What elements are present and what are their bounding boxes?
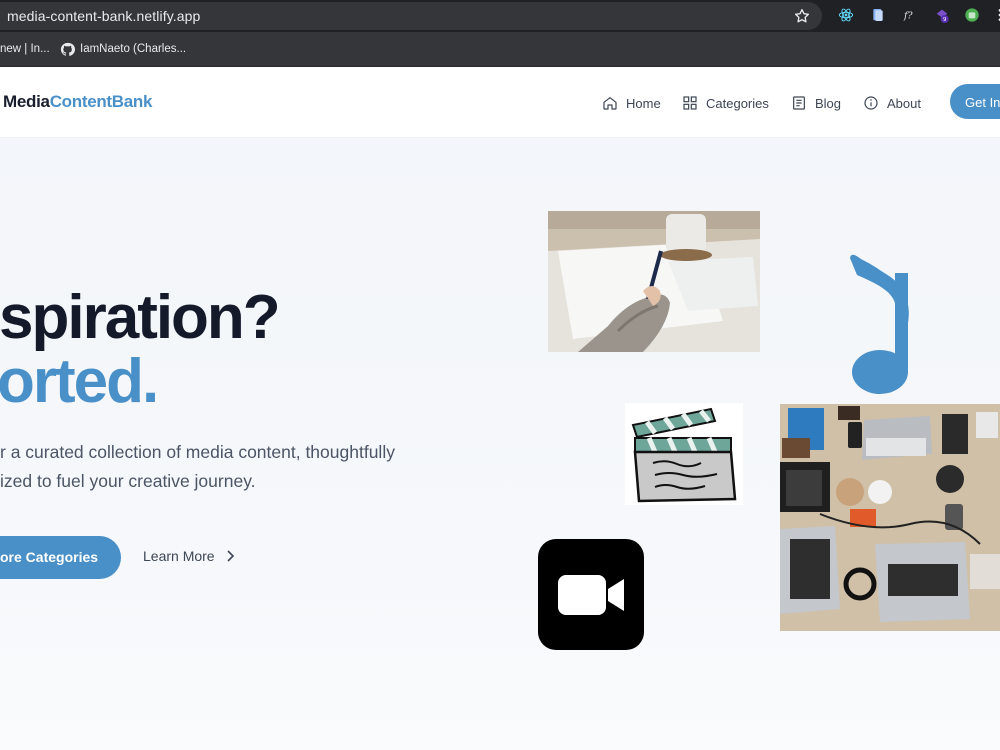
font-extension-icon[interactable]: f? (902, 7, 918, 23)
android-extension-icon[interactable] (964, 7, 980, 23)
hero-section: spiration? orted. r a curated collection… (0, 138, 1000, 750)
hero-subtitle-line1: r a curated collection of media content,… (0, 442, 395, 462)
nav-about[interactable]: About (863, 93, 921, 113)
purple-extension-icon[interactable]: 9 (934, 7, 950, 23)
get-in-touch-button[interactable]: Get In (950, 84, 1000, 119)
grid-icon (683, 96, 697, 110)
bookmark-item[interactable]: new | In... (0, 43, 50, 55)
github-icon (60, 42, 75, 56)
nav-blog[interactable]: Blog (791, 93, 841, 113)
hero-heading-line1: spiration? (0, 283, 281, 352)
address-bar[interactable]: media-content-bank.netlify.app (0, 2, 822, 30)
learn-more-button[interactable]: Learn More (143, 548, 235, 564)
nav-home[interactable]: Home (602, 93, 661, 113)
writing-photo (548, 211, 760, 352)
document-icon (793, 96, 805, 110)
nav-home-label: Home (626, 95, 661, 111)
react-devtools-icon[interactable] (838, 7, 854, 23)
workspace-desk-photo (780, 404, 1000, 631)
svg-text:f?: f? (903, 10, 913, 21)
site-header: MediaContentBank Home Categories Blog Ab… (0, 67, 1000, 138)
info-icon (864, 96, 878, 110)
bookmarks-bar: new | In... IamNaeto (Charles... (0, 32, 1000, 67)
clapperboard-icon (625, 403, 743, 505)
nav-categories[interactable]: Categories (682, 93, 769, 113)
nav-blog-label: Blog (815, 95, 842, 111)
explore-categories-button[interactable]: ore Categories (0, 536, 121, 579)
document-extension-icon[interactable] (870, 7, 886, 23)
nav-about-label: About (887, 95, 921, 111)
bookmark-item[interactable]: IamNaeto (Charles... (80, 43, 186, 55)
logo-primary: Media (3, 92, 50, 111)
bookmark-star-icon[interactable] (793, 7, 811, 25)
learn-more-label: Learn More (143, 548, 215, 564)
hero-subtitle-line2: ized to fuel your creative journey. (0, 471, 256, 491)
menu-icon[interactable] (992, 7, 1000, 23)
site-logo[interactable]: MediaContentBank (3, 92, 152, 112)
home-icon (603, 97, 617, 110)
chevron-right-icon (227, 550, 234, 562)
hero-heading-line2: orted. (0, 347, 159, 416)
nav-categories-label: Categories (706, 95, 769, 111)
browser-titlebar: media-content-bank.netlify.app f? 9 (0, 0, 1000, 32)
address-bar-url[interactable]: media-content-bank.netlify.app (7, 8, 200, 24)
music-note-icon (850, 254, 909, 394)
video-camera-icon (538, 539, 644, 650)
hero-subtitle: r a curated collection of media content,… (0, 438, 420, 496)
logo-accent: ContentBank (49, 92, 153, 111)
